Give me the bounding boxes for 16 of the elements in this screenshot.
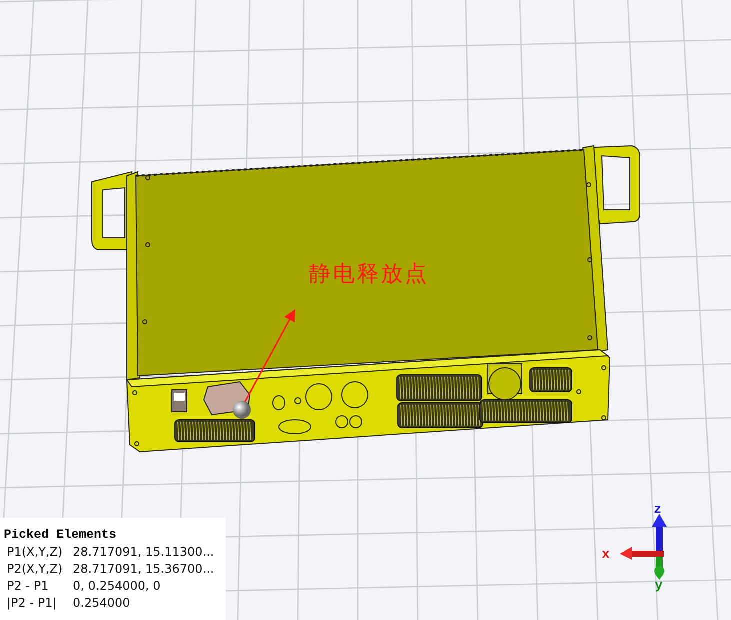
row-label: |P2 - P1| bbox=[7, 596, 58, 611]
row-value: 0, 0.254000, 0 bbox=[73, 579, 162, 594]
row-value: 28.717091, 15.11300... bbox=[73, 545, 216, 560]
row-label: P2 - P1 bbox=[7, 579, 50, 594]
x-axis-arrow bbox=[620, 547, 664, 560]
y-axis-arrow bbox=[654, 557, 664, 580]
row-label: P1(X,Y,Z) bbox=[7, 545, 64, 560]
annotation-label: 静电释放点 bbox=[309, 261, 429, 289]
row-value: 0.254000 bbox=[73, 596, 132, 611]
sphere-marker bbox=[233, 401, 251, 419]
x-axis-label: x bbox=[602, 547, 610, 562]
row-label: P2(X,Y,Z) bbox=[7, 562, 64, 577]
z-axis-label: z bbox=[654, 502, 662, 517]
y-axis-label: y bbox=[655, 578, 663, 592]
panel-title: Picked Elements bbox=[4, 528, 117, 542]
row-value: 28.717091, 15.36700... bbox=[73, 562, 216, 577]
